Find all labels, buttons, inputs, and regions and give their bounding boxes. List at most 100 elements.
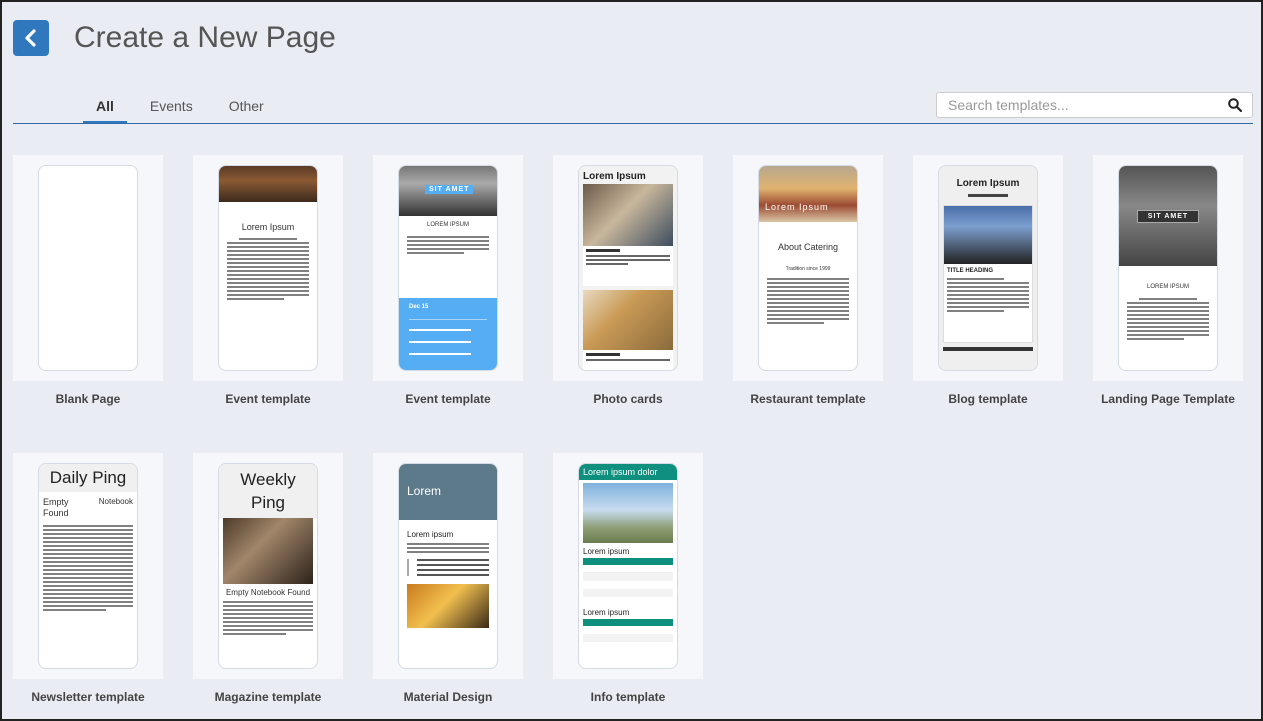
newsletter-phone-preview: Daily Ping Empty Found Notebook bbox=[38, 463, 138, 669]
library-image: SIT AMET bbox=[1119, 166, 1217, 266]
event-phone-preview: Lorem Ipsum bbox=[218, 165, 318, 371]
template-preview: Lorem Ipsum bbox=[553, 155, 703, 381]
template-preview: SIT AMET LOREM IPSUM Dec 15 bbox=[373, 155, 523, 381]
building-photo bbox=[583, 483, 673, 543]
info-table-1 bbox=[583, 558, 673, 605]
template-label: Restaurant template bbox=[750, 392, 866, 406]
template-preview bbox=[13, 155, 163, 381]
blog-phone-preview: Lorem Ipsum TITLE HEADING bbox=[938, 165, 1038, 371]
template-preview: Daily Ping Empty Found Notebook bbox=[13, 453, 163, 679]
preview-badge: SIT AMET bbox=[1137, 210, 1199, 223]
template-label: Blog template bbox=[948, 392, 1028, 406]
preview-text bbox=[39, 525, 137, 611]
template-label: Newsletter template bbox=[31, 690, 145, 704]
tab-other[interactable]: Other bbox=[216, 92, 277, 124]
info-table-2 bbox=[583, 619, 673, 650]
magazine-phone-preview: Weekly Ping Empty Notebook Found bbox=[218, 463, 318, 669]
event-date-block: Dec 15 bbox=[399, 298, 497, 370]
preview-heading: TITLE HEADING bbox=[947, 268, 993, 274]
template-label: Info template bbox=[590, 690, 666, 704]
restaurant-phone-preview: Lorem Ipsum About Catering Tradition sin… bbox=[758, 165, 858, 371]
preview-subtitle: LOREM IPSUM bbox=[1146, 284, 1189, 290]
template-card-material-design[interactable]: Lorem Lorem ipsum Material Design bbox=[373, 453, 523, 704]
chevron-left-icon bbox=[25, 29, 36, 47]
search-icon[interactable] bbox=[1228, 98, 1242, 112]
preview-subtitle: Lorem ipsum bbox=[407, 530, 454, 539]
template-label: Blank Page bbox=[55, 392, 121, 406]
preview-title: Lorem ipsum dolor bbox=[579, 464, 677, 480]
preview-title: Lorem Ipsum bbox=[241, 222, 295, 232]
tab-bar: All Events Other bbox=[83, 92, 287, 124]
graduation-photo bbox=[944, 206, 1032, 264]
page-title: Create a New Page bbox=[74, 21, 336, 54]
template-card-event-1[interactable]: Lorem Ipsum Event template bbox=[193, 155, 343, 406]
preview-title: Lorem Ipsum bbox=[956, 178, 1020, 189]
library-image bbox=[219, 166, 317, 202]
template-label: Magazine template bbox=[214, 690, 322, 704]
template-card-newsletter[interactable]: Daily Ping Empty Found Notebook Newslett… bbox=[13, 453, 163, 704]
preview-text bbox=[399, 543, 497, 553]
preview-subtitle: Empty Notebook Found bbox=[225, 588, 311, 597]
template-card-landing-page[interactable]: SIT AMET LOREM IPSUM Landing Page Templa… bbox=[1093, 155, 1243, 406]
preview-subtitle: Lorem ipsum bbox=[583, 547, 630, 556]
template-card-blog[interactable]: Lorem Ipsum TITLE HEADING Blog template bbox=[913, 155, 1063, 406]
graduation-image: SIT AMET bbox=[399, 166, 497, 216]
preview-title: Lorem bbox=[407, 484, 442, 498]
preview-text bbox=[399, 236, 497, 254]
book-photo bbox=[223, 518, 313, 584]
blank-phone-preview bbox=[38, 165, 138, 371]
blog-card: TITLE HEADING bbox=[943, 205, 1033, 343]
preview-subtitle: About Catering bbox=[777, 242, 839, 252]
preview-left: Empty Found bbox=[43, 497, 69, 518]
woman-photo bbox=[583, 290, 673, 350]
template-label: Material Design bbox=[403, 690, 493, 704]
back-button[interactable] bbox=[13, 20, 49, 56]
template-label: Event template bbox=[405, 392, 491, 406]
template-label: Photo cards bbox=[593, 392, 663, 406]
template-card-blank-page[interactable]: Blank Page bbox=[13, 155, 163, 406]
template-preview: SIT AMET LOREM IPSUM bbox=[1093, 155, 1243, 381]
template-card-photo-cards[interactable]: Lorem Ipsum Photo cards bbox=[553, 155, 703, 406]
search-input[interactable] bbox=[937, 93, 1217, 117]
photo-phone-preview: Lorem Ipsum bbox=[578, 165, 678, 371]
preview-text bbox=[219, 601, 317, 635]
template-preview: Weekly Ping Empty Notebook Found bbox=[193, 453, 343, 679]
template-preview: Lorem Lorem ipsum bbox=[373, 453, 523, 679]
preview-subtitle: LOREM IPSUM bbox=[426, 222, 469, 228]
material-phone-preview: Lorem Lorem ipsum bbox=[398, 463, 498, 669]
preview-title: Lorem Ipsum bbox=[765, 202, 829, 212]
template-card-event-2[interactable]: SIT AMET LOREM IPSUM Dec 15 Event templa… bbox=[373, 155, 523, 406]
preview-right: Notebook bbox=[98, 497, 133, 506]
preview-text bbox=[219, 238, 317, 300]
preview-subtitle-2: Lorem ipsum bbox=[583, 608, 630, 617]
template-label: Event template bbox=[225, 392, 311, 406]
tab-all[interactable]: All bbox=[83, 92, 127, 124]
team-photo bbox=[583, 184, 673, 246]
template-label: Landing Page Template bbox=[1101, 392, 1235, 406]
tab-divider bbox=[13, 123, 1253, 124]
template-preview: Lorem Ipsum bbox=[193, 155, 343, 381]
info-phone-preview: Lorem ipsum dolor Lorem ipsum Lorem ipsu… bbox=[578, 463, 678, 669]
event-phone-preview: SIT AMET LOREM IPSUM Dec 15 bbox=[398, 165, 498, 371]
preview-text bbox=[759, 278, 857, 324]
event-date: Dec 15 bbox=[409, 304, 429, 310]
template-card-info[interactable]: Lorem ipsum dolor Lorem ipsum Lorem ipsu… bbox=[553, 453, 703, 704]
preview-title: Lorem Ipsum bbox=[583, 171, 646, 182]
template-preview: Lorem Ipsum TITLE HEADING bbox=[913, 155, 1063, 381]
landing-phone-preview: SIT AMET LOREM IPSUM bbox=[1118, 165, 1218, 371]
preview-text bbox=[944, 278, 1032, 312]
material-header: Lorem bbox=[399, 464, 497, 520]
preview-title: Weekly Ping bbox=[219, 464, 317, 518]
food-image: Lorem Ipsum bbox=[759, 166, 857, 222]
template-card-restaurant[interactable]: Lorem Ipsum About Catering Tradition sin… bbox=[733, 155, 883, 406]
preview-text bbox=[1119, 298, 1217, 340]
template-preview: Lorem ipsum dolor Lorem ipsum Lorem ipsu… bbox=[553, 453, 703, 679]
template-preview: Lorem Ipsum About Catering Tradition sin… bbox=[733, 155, 883, 381]
template-card-magazine[interactable]: Weekly Ping Empty Notebook Found Magazin… bbox=[193, 453, 343, 704]
cafe-photo bbox=[407, 584, 489, 628]
preview-badge: SIT AMET bbox=[425, 185, 474, 194]
tab-events[interactable]: Events bbox=[137, 92, 206, 124]
search-box bbox=[936, 92, 1253, 118]
preview-title: Daily Ping bbox=[39, 464, 137, 492]
preview-note: Tradition since 1999 bbox=[785, 266, 831, 272]
